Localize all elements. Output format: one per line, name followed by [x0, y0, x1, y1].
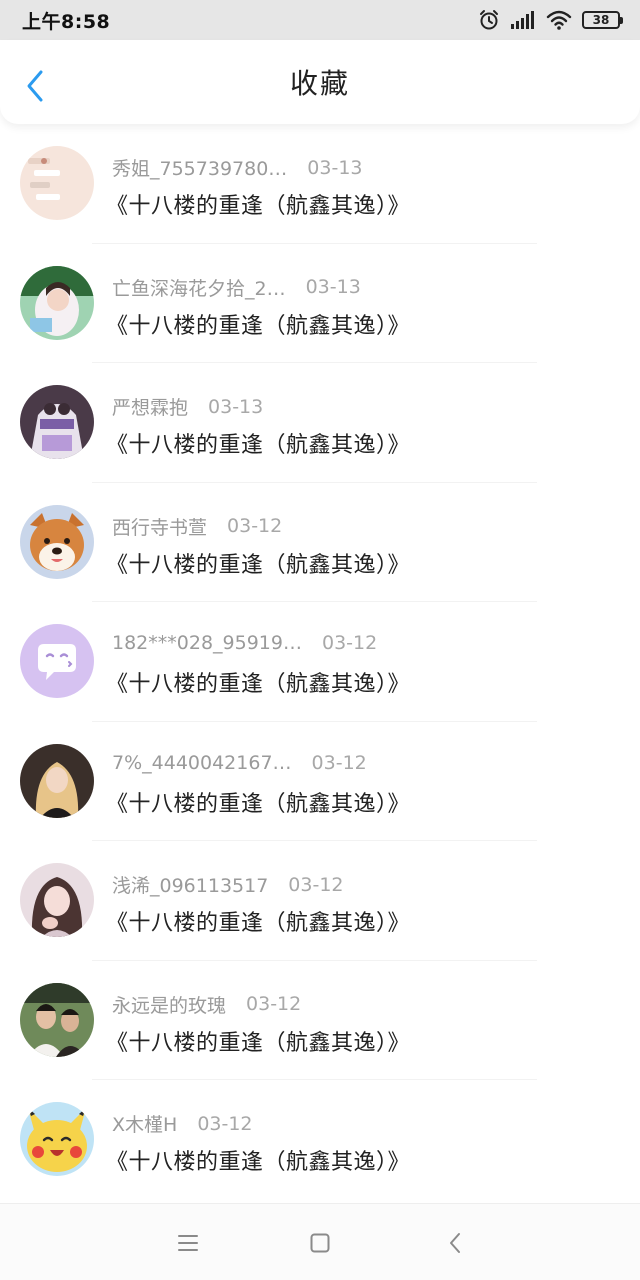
avatar[interactable]: [20, 385, 94, 459]
menu-button[interactable]: [173, 1228, 203, 1258]
item-date: 03-13: [305, 276, 361, 298]
chevron-left-icon: [27, 70, 43, 102]
book-title[interactable]: 《十八楼的重逢（航鑫其逸）》: [106, 427, 410, 459]
list-item[interactable]: 严想霖抱 03-13 《十八楼的重逢（航鑫其逸）》: [0, 363, 640, 483]
list-item[interactable]: 永远是的玫瑰 03-12 《十八楼的重逢（航鑫其逸）》: [0, 961, 640, 1080]
item-date: 03-12: [311, 751, 367, 774]
book-title[interactable]: 《十八楼的重逢（航鑫其逸）》: [106, 786, 410, 818]
user-name[interactable]: 严想霖抱: [112, 393, 188, 420]
item-meta: 182***028_95919… 03-12: [112, 632, 377, 654]
menu-icon: [178, 1235, 198, 1251]
list-item[interactable]: 浅浠_096113517 03-12 《十八楼的重逢（航鑫其逸）》: [0, 841, 640, 961]
list-item[interactable]: 7%_4440042167… 03-12 《十八楼的重逢（航鑫其逸）》: [0, 722, 640, 841]
list-item[interactable]: 182***028_95919… 03-12 《十八楼的重逢（航鑫其逸）》: [0, 602, 640, 722]
avatar[interactable]: [20, 1102, 94, 1176]
wifi-icon: [546, 10, 572, 30]
list-item[interactable]: 秀姐_755739780… 03-13 《十八楼的重逢（航鑫其逸）》: [0, 124, 640, 244]
back-button[interactable]: [18, 66, 52, 106]
item-meta: 永远是的玫瑰 03-12: [112, 991, 301, 1018]
user-name[interactable]: X木槿H: [112, 1110, 177, 1137]
avatar[interactable]: [20, 624, 94, 698]
item-meta: 严想霖抱 03-13: [112, 393, 263, 420]
home-square-icon: [310, 1233, 330, 1253]
avatar[interactable]: [20, 982, 94, 1057]
user-name[interactable]: 7%_4440042167…: [112, 752, 292, 774]
item-date: 03-12: [197, 1112, 253, 1135]
item-date: 03-13: [208, 395, 264, 418]
header: 收藏: [0, 40, 640, 124]
avatar[interactable]: [20, 504, 94, 579]
avatar[interactable]: [20, 743, 94, 818]
user-name[interactable]: 亡鱼深海花夕拾_2…: [112, 274, 286, 301]
item-date: 03-12: [227, 515, 283, 537]
book-title[interactable]: 《十八楼的重逢（航鑫其逸）》: [106, 308, 410, 340]
status-time: 上午8:58: [22, 10, 111, 33]
favorites-list: 秀姐_755739780… 03-13 《十八楼的重逢（航鑫其逸）》 亡鱼深海花…: [0, 124, 640, 1204]
user-name[interactable]: 浅浠_096113517: [112, 871, 268, 898]
avatar[interactable]: [20, 146, 94, 220]
item-meta: 秀姐_755739780… 03-13: [112, 154, 363, 181]
book-title[interactable]: 《十八楼的重逢（航鑫其逸）》: [106, 1025, 410, 1057]
list-item[interactable]: 亡鱼深海花夕拾_2… 03-13 《十八楼的重逢（航鑫其逸）》: [0, 244, 640, 363]
book-title[interactable]: 《十八楼的重逢（航鑫其逸）》: [106, 905, 410, 937]
user-name[interactable]: 西行寺书萱: [112, 513, 207, 540]
book-title[interactable]: 《十八楼的重逢（航鑫其逸）》: [106, 666, 410, 698]
item-meta: X木槿H 03-12: [112, 1110, 253, 1137]
system-nav-bar: [0, 1203, 640, 1280]
status-icons: 38: [478, 9, 623, 31]
home-button[interactable]: [305, 1228, 335, 1258]
alarm-icon: [480, 10, 498, 30]
list-item[interactable]: 西行寺书萱 03-12 《十八楼的重逢（航鑫其逸）》: [0, 483, 640, 602]
avatar[interactable]: [20, 265, 94, 340]
system-back-button[interactable]: [440, 1228, 470, 1258]
status-bar: 上午8:58 38: [0, 0, 640, 40]
list-item[interactable]: X木槿H 03-12 《十八楼的重逢（航鑫其逸）》: [0, 1080, 640, 1200]
battery-level: 38: [592, 13, 610, 27]
battery-icon: 38: [582, 11, 623, 29]
item-date: 03-12: [246, 993, 302, 1015]
item-meta: 浅浠_096113517 03-12: [112, 871, 344, 898]
item-meta: 亡鱼深海花夕拾_2… 03-13: [112, 274, 361, 301]
user-name[interactable]: 182***028_95919…: [112, 632, 302, 654]
book-title[interactable]: 《十八楼的重逢（航鑫其逸）》: [106, 547, 410, 579]
book-title[interactable]: 《十八楼的重逢（航鑫其逸）》: [106, 1144, 410, 1176]
signal-icon: [511, 11, 534, 29]
item-date: 03-12: [321, 632, 378, 654]
user-name[interactable]: 秀姐_755739780…: [112, 154, 287, 181]
item-date: 03-12: [288, 873, 344, 896]
item-meta: 7%_4440042167… 03-12: [112, 752, 367, 774]
page-title: 收藏: [289, 67, 350, 100]
item-meta: 西行寺书萱 03-12: [112, 513, 282, 540]
book-title[interactable]: 《十八楼的重逢（航鑫其逸）》: [106, 188, 410, 220]
avatar[interactable]: [20, 863, 94, 937]
item-date: 03-13: [307, 156, 363, 179]
back-triangle-icon: [450, 1233, 460, 1253]
user-name[interactable]: 永远是的玫瑰: [112, 991, 226, 1018]
